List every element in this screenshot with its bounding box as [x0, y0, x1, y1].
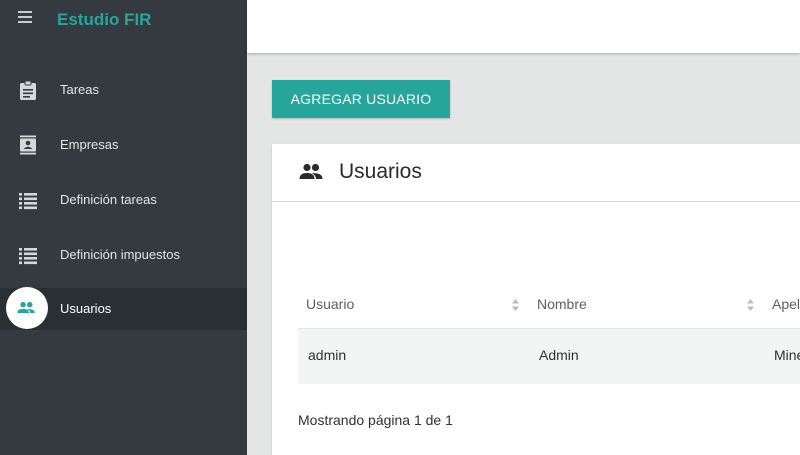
column-header-apellido[interactable]: Apel: [772, 289, 800, 329]
pagination-info: Mostrando página 1 de 1: [298, 412, 453, 428]
sidebar-item-label: Definición impuestos: [60, 247, 180, 262]
table-row[interactable]: admin Admin Mine: [298, 329, 800, 384]
top-bar: [247, 0, 800, 53]
sort-icon[interactable]: [746, 298, 755, 312]
cell-nombre: Admin: [539, 347, 579, 363]
column-header-nombre[interactable]: Nombre: [537, 289, 587, 329]
sidebar-item-label: Usuarios: [60, 301, 112, 316]
sidebar-item-tareas[interactable]: Tareas: [0, 62, 247, 117]
sidebar-nav: Tareas Empresas Definición tareas Defini…: [0, 62, 247, 330]
sidebar-item-label: Tareas: [60, 82, 100, 97]
list-icon: [19, 248, 37, 265]
card-header: Usuarios: [272, 144, 800, 202]
add-user-button[interactable]: AGREGAR USUARIO: [272, 80, 450, 118]
contact-card-icon: [20, 135, 36, 155]
menu-icon[interactable]: [18, 11, 32, 25]
sidebar-item-definicion-tareas[interactable]: Definición tareas: [0, 172, 247, 227]
sidebar-item-label: Empresas: [60, 137, 119, 152]
sidebar-item-empresas[interactable]: Empresas: [0, 117, 247, 172]
list-icon: [19, 193, 37, 210]
sidebar-item-label: Definición tareas: [60, 192, 157, 207]
sidebar: Estudio FIR Tareas Empresas Definición t…: [0, 0, 247, 455]
users-card: Usuarios Usuario Nombre Apel admin Admin…: [272, 144, 800, 455]
sidebar-item-usuarios[interactable]: Usuarios: [0, 287, 247, 330]
people-icon: [299, 163, 323, 179]
table-header: Usuario Nombre Apel: [298, 289, 800, 329]
sidebar-item-definicion-impuestos[interactable]: Definición impuestos: [0, 227, 247, 282]
cell-usuario: admin: [308, 347, 347, 363]
card-title: Usuarios: [339, 160, 422, 183]
column-header-usuario[interactable]: Usuario: [306, 289, 354, 329]
clipboard-icon: [20, 80, 36, 100]
people-icon: [17, 301, 35, 313]
sidebar-header: Estudio FIR: [0, 0, 247, 40]
sort-icon[interactable]: [511, 298, 520, 312]
brand-title: Estudio FIR: [57, 10, 152, 29]
cell-apellido: Mine: [774, 347, 800, 363]
